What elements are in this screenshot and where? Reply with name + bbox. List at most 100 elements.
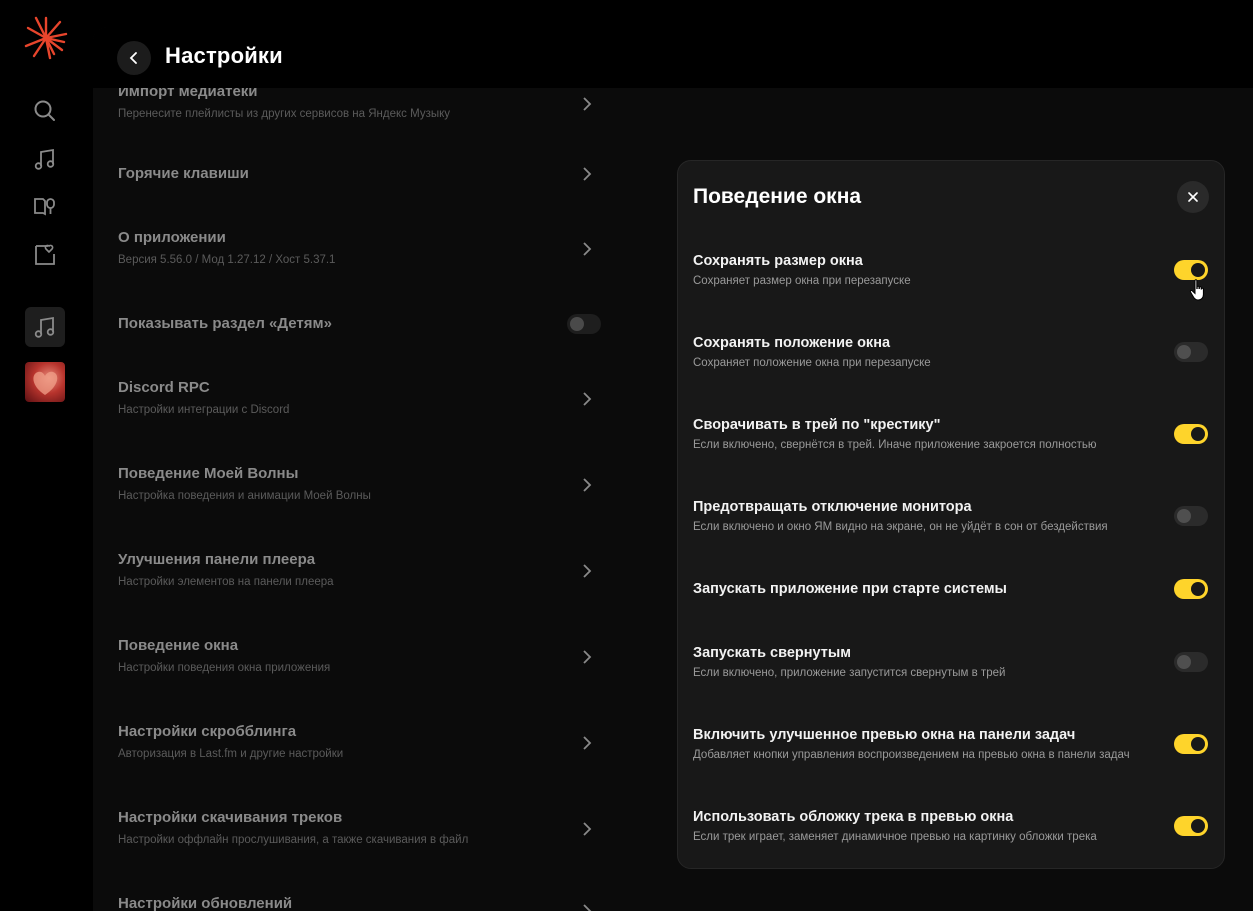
setting-import-library[interactable]: Импорт медиатеки Перенесите плейлисты из… xyxy=(118,83,598,120)
option-taskbar-preview: Включить улучшенное превью окна на панел… xyxy=(693,727,1173,761)
music-note-icon xyxy=(34,316,55,338)
option-title: Включить улучшенное превью окна на панел… xyxy=(693,727,1076,743)
music-note-icon xyxy=(34,148,55,170)
option-subtitle: Добавляет кнопки управления воспроизведе… xyxy=(693,749,1130,761)
app-window: Настройки Импорт медиатеки Перенесите пл… xyxy=(0,0,1253,911)
chevron-right-icon[interactable] xyxy=(580,904,594,911)
setting-my-wave[interactable]: Поведение Моей Волны Настройка поведения… xyxy=(118,465,598,502)
hand-cursor-icon xyxy=(1189,279,1204,301)
chevron-right-icon[interactable] xyxy=(580,822,594,836)
heart-bookmark-icon xyxy=(35,244,55,265)
setting-updates[interactable]: Настройки обновлений xyxy=(118,895,598,911)
chevron-right-icon[interactable] xyxy=(580,242,594,256)
setting-title: Поведение Моей Волны xyxy=(118,465,299,482)
setting-title: Настройки скробблинга xyxy=(118,723,297,740)
book-mic-icon xyxy=(34,198,55,216)
close-button[interactable] xyxy=(1177,181,1209,213)
kids-section-toggle[interactable] xyxy=(567,314,601,334)
taskbar-preview-toggle[interactable] xyxy=(1174,734,1208,754)
avatar[interactable] xyxy=(25,362,65,402)
option-launch-on-startup: Запускать приложение при старте системы xyxy=(693,581,1173,597)
option-cover-preview: Использовать обложку трека в превью окна… xyxy=(693,809,1173,843)
toggle-knob xyxy=(1191,582,1205,596)
window-behavior-dialog: Поведение окна Сохранять размер окна Сох… xyxy=(677,160,1225,869)
option-title: Сохранять размер окна xyxy=(693,253,863,269)
setting-subtitle: Настройки оффлайн прослушивания, а также… xyxy=(118,834,469,846)
toggle-knob xyxy=(1177,655,1191,669)
chevron-right-icon[interactable] xyxy=(580,650,594,664)
option-title: Сохранять положение окна xyxy=(693,335,891,351)
setting-title: Горячие клавиши xyxy=(118,165,249,182)
option-title: Запускать свернутым xyxy=(693,645,851,661)
toggle-knob xyxy=(1191,819,1205,833)
setting-subtitle: Настройки поведения окна приложения xyxy=(118,662,331,674)
chevron-right-icon[interactable] xyxy=(580,167,594,181)
setting-about[interactable]: О приложении Версия 5.56.0 / Мод 1.27.12… xyxy=(118,229,598,266)
prevent-monitor-sleep-toggle[interactable] xyxy=(1174,506,1208,526)
search-button[interactable] xyxy=(24,90,66,132)
setting-discord-rpc[interactable]: Discord RPC Настройки интеграции с Disco… xyxy=(118,379,598,416)
option-save-window-position: Сохранять положение окна Сохраняет полож… xyxy=(693,335,1173,369)
setting-title: Настройки обновлений xyxy=(118,895,293,911)
start-minimized-toggle[interactable] xyxy=(1174,652,1208,672)
left-rail xyxy=(0,0,90,911)
setting-title: Улучшения панели плеера xyxy=(118,551,316,568)
setting-title: Показывать раздел «Детям» xyxy=(118,315,332,332)
option-subtitle: Если трек играет, заменяет динамичное пр… xyxy=(693,831,1097,843)
my-music-button[interactable] xyxy=(25,307,65,347)
setting-subtitle: Версия 5.56.0 / Мод 1.27.12 / Хост 5.37.… xyxy=(118,254,336,266)
save-window-size-toggle[interactable] xyxy=(1174,260,1208,280)
chevron-right-icon[interactable] xyxy=(580,392,594,406)
option-start-minimized: Запускать свернутым Если включено, прило… xyxy=(693,645,1173,679)
setting-title: О приложении xyxy=(118,229,226,246)
setting-subtitle: Перенесите плейлисты из других сервисов … xyxy=(118,108,451,120)
favorites-button[interactable] xyxy=(24,234,66,276)
chevron-right-icon[interactable] xyxy=(580,736,594,750)
toggle-knob xyxy=(1191,427,1205,441)
launch-on-startup-toggle[interactable] xyxy=(1174,579,1208,599)
option-title: Запускать приложение при старте системы xyxy=(693,581,1007,597)
setting-title: Поведение окна xyxy=(118,637,239,654)
option-subtitle: Сохраняет положение окна при перезапуске xyxy=(693,357,931,369)
page-header: Настройки xyxy=(93,27,1253,88)
close-icon xyxy=(1188,192,1198,202)
chevron-right-icon[interactable] xyxy=(580,478,594,492)
page-title: Настройки xyxy=(165,43,283,68)
chevron-right-icon[interactable] xyxy=(580,564,594,578)
search-icon xyxy=(34,100,55,121)
option-save-window-size: Сохранять размер окна Сохраняет размер о… xyxy=(693,253,1173,287)
option-subtitle: Если включено и окно ЯМ видно на экране,… xyxy=(693,521,1108,533)
chevron-left-icon xyxy=(129,52,137,64)
toggle-knob xyxy=(1177,509,1191,523)
option-minimize-to-tray: Сворачивать в трей по "крестику" Если вк… xyxy=(693,417,1173,451)
toggle-knob xyxy=(1177,345,1191,359)
setting-subtitle: Настройка поведения и анимации Моей Волн… xyxy=(118,490,371,502)
setting-hotkeys[interactable]: Горячие клавиши xyxy=(118,165,598,182)
podcasts-button[interactable] xyxy=(24,186,66,228)
back-button[interactable] xyxy=(117,41,151,75)
setting-subtitle: Авторизация в Last.fm и другие настройки xyxy=(118,748,344,760)
toggle-knob xyxy=(1191,263,1205,277)
setting-player-panel[interactable]: Улучшения панели плеера Настройки элемен… xyxy=(118,551,598,588)
setting-window-behavior[interactable]: Поведение окна Настройки поведения окна … xyxy=(118,637,598,674)
chevron-right-icon[interactable] xyxy=(580,97,594,111)
option-title: Сворачивать в трей по "крестику" xyxy=(693,417,941,433)
minimize-to-tray-toggle[interactable] xyxy=(1174,424,1208,444)
setting-downloads[interactable]: Настройки скачивания треков Настройки оф… xyxy=(118,809,598,846)
setting-scrobbling[interactable]: Настройки скробблинга Авторизация в Last… xyxy=(118,723,598,760)
option-title: Предотвращать отключение монитора xyxy=(693,499,972,515)
setting-title: Настройки скачивания треков xyxy=(118,809,343,826)
toggle-knob xyxy=(1191,737,1205,751)
option-subtitle: Если включено, свернётся в трей. Иначе п… xyxy=(693,439,1097,451)
yandex-music-logo[interactable] xyxy=(24,16,68,60)
setting-subtitle: Настройки интеграции с Discord xyxy=(118,404,290,416)
setting-title: Discord RPC xyxy=(118,379,210,396)
option-subtitle: Сохраняет размер окна при перезапуске xyxy=(693,275,911,287)
dialog-title: Поведение окна xyxy=(693,185,862,208)
collection-button[interactable] xyxy=(24,138,66,180)
setting-subtitle: Настройки элементов на панели плеера xyxy=(118,576,334,588)
save-window-position-toggle[interactable] xyxy=(1174,342,1208,362)
heart-icon xyxy=(33,371,58,395)
cover-preview-toggle[interactable] xyxy=(1174,816,1208,836)
option-title: Использовать обложку трека в превью окна xyxy=(693,809,1014,825)
